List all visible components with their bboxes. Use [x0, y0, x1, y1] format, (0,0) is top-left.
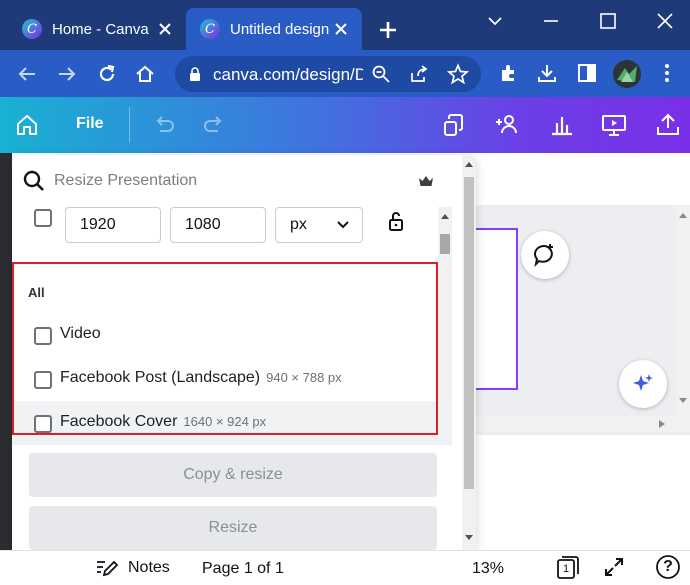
editor-vertical-scrollbar[interactable] [676, 206, 690, 416]
sparkle-icon [633, 374, 653, 391]
zoom-icon[interactable] [371, 64, 391, 84]
editor-horizontal-scrollbar[interactable] [460, 416, 690, 432]
profile-avatar[interactable] [613, 60, 641, 88]
search-icon [23, 170, 44, 191]
unit-value: px [290, 216, 307, 233]
design-page[interactable] [470, 228, 518, 390]
notes-button[interactable]: Notes [96, 559, 170, 577]
aspect-lock-icon[interactable] [387, 210, 405, 232]
custom-size-row: 1920 1080 px [12, 207, 452, 263]
list-item-video[interactable]: Video [12, 313, 452, 357]
tab-home-canva[interactable]: C Home - Canva [8, 8, 186, 50]
close-tab-icon[interactable] [332, 20, 350, 38]
back-icon[interactable] [16, 63, 38, 85]
tab-untitled-design[interactable]: C Untitled design [186, 8, 362, 50]
share-people-icon[interactable] [494, 111, 522, 139]
insights-chart-icon[interactable] [548, 111, 576, 139]
maximize-icon[interactable] [597, 10, 619, 32]
notes-label: Notes [128, 559, 170, 576]
height-input[interactable]: 1080 [170, 207, 266, 243]
present-icon[interactable] [600, 111, 628, 139]
magic-assistant-button[interactable] [619, 360, 667, 408]
list-item-facebook-cover[interactable]: Facebook Cover 1640 × 924 px [12, 401, 452, 445]
page-grid-button[interactable]: 1 [555, 553, 581, 581]
extensions-icon[interactable] [498, 62, 520, 84]
side-panel-icon[interactable] [576, 62, 598, 84]
scroll-down-arrow-icon[interactable] [465, 533, 473, 541]
resize-search-row [12, 155, 462, 207]
zoom-level[interactable]: 13% [472, 560, 504, 578]
list-scroll-thumb[interactable] [440, 234, 450, 254]
item-label: Video [60, 325, 101, 342]
url-text[interactable]: canva.com/design/DAFh... [213, 65, 363, 85]
canva-favicon-icon: C [200, 19, 220, 39]
minimize-icon[interactable] [540, 10, 562, 32]
omnibox[interactable]: canva.com/design/DAFh... [175, 56, 481, 92]
undo-icon[interactable] [150, 111, 178, 139]
width-input[interactable]: 1920 [65, 207, 161, 243]
canva-favicon-icon: C [22, 19, 42, 39]
panel-scrollbar[interactable] [462, 155, 476, 550]
resize-options-list: All Video Facebook Post (Landscape) 940 ×… [12, 263, 452, 445]
section-heading: All [28, 285, 45, 300]
scroll-up-arrow-icon[interactable] [679, 212, 687, 220]
bookmark-star-icon[interactable] [447, 63, 469, 85]
notes-icon [97, 560, 118, 577]
left-sidebar-strip [0, 153, 12, 585]
add-comment-button[interactable] [521, 231, 569, 279]
item-label: Facebook Cover 1640 × 924 px [60, 413, 267, 430]
list-item-facebook-post-landscape[interactable]: Facebook Post (Landscape) 940 × 788 px [12, 357, 452, 401]
file-menu-button[interactable]: File [76, 115, 104, 133]
download-icon[interactable] [536, 62, 558, 84]
page-indicator[interactable]: Page 1 of 1 [202, 560, 284, 578]
browser-tab-strip: C Home - Canva C Untitled design [0, 0, 690, 50]
resize-icon[interactable] [440, 111, 468, 139]
redo-icon[interactable] [200, 111, 228, 139]
lock-icon[interactable] [189, 67, 201, 81]
header-divider [129, 107, 130, 143]
home-browser-icon[interactable] [134, 63, 156, 85]
item-label: Facebook Post (Landscape) 940 × 788 px [60, 369, 342, 386]
editor-footer: Notes Page 1 of 1 13% [0, 550, 690, 585]
tab-title: Untitled design [230, 20, 330, 38]
forward-icon[interactable] [56, 63, 78, 85]
scroll-up-arrow-icon[interactable] [465, 161, 473, 169]
page-count: 1 [563, 563, 570, 575]
tab-title: Home - Canva [52, 20, 149, 38]
resize-button[interactable]: Resize [29, 506, 437, 550]
new-tab-icon[interactable] [376, 18, 400, 42]
crown-icon [419, 176, 433, 186]
scroll-up-arrow-icon[interactable] [441, 213, 449, 221]
canva-home-icon[interactable] [14, 112, 40, 138]
upload-share-icon[interactable] [654, 111, 682, 139]
comment-plus-icon [534, 244, 553, 268]
help-label: ? [663, 558, 673, 575]
scroll-right-arrow-icon[interactable] [658, 420, 666, 428]
address-bar: canva.com/design/DAFh... [0, 50, 690, 97]
scroll-down-arrow-icon[interactable] [679, 396, 687, 404]
resize-panel: 1920 1080 px All Video Facebook Post (La… [12, 155, 476, 550]
facebook-cover-checkbox[interactable] [34, 415, 52, 433]
copy-and-resize-button[interactable]: Copy & resize [29, 453, 437, 497]
canva-header: File [0, 97, 690, 153]
close-window-icon[interactable] [654, 10, 676, 32]
help-button[interactable]: ? [655, 554, 681, 580]
chevron-down-icon [337, 221, 349, 229]
video-checkbox[interactable] [34, 327, 52, 345]
browser-menu-icon[interactable] [656, 62, 678, 84]
resize-search-input[interactable] [54, 167, 394, 195]
reload-icon[interactable] [96, 63, 118, 85]
share-page-icon[interactable] [409, 64, 429, 84]
unit-select[interactable]: px [275, 207, 363, 243]
custom-size-checkbox[interactable] [34, 209, 52, 227]
facebook-post-checkbox[interactable] [34, 371, 52, 389]
panel-scroll-thumb[interactable] [464, 177, 474, 489]
close-tab-icon[interactable] [156, 20, 174, 38]
fullscreen-icon[interactable] [603, 556, 625, 578]
tab-search-chevron-icon[interactable] [484, 10, 506, 32]
